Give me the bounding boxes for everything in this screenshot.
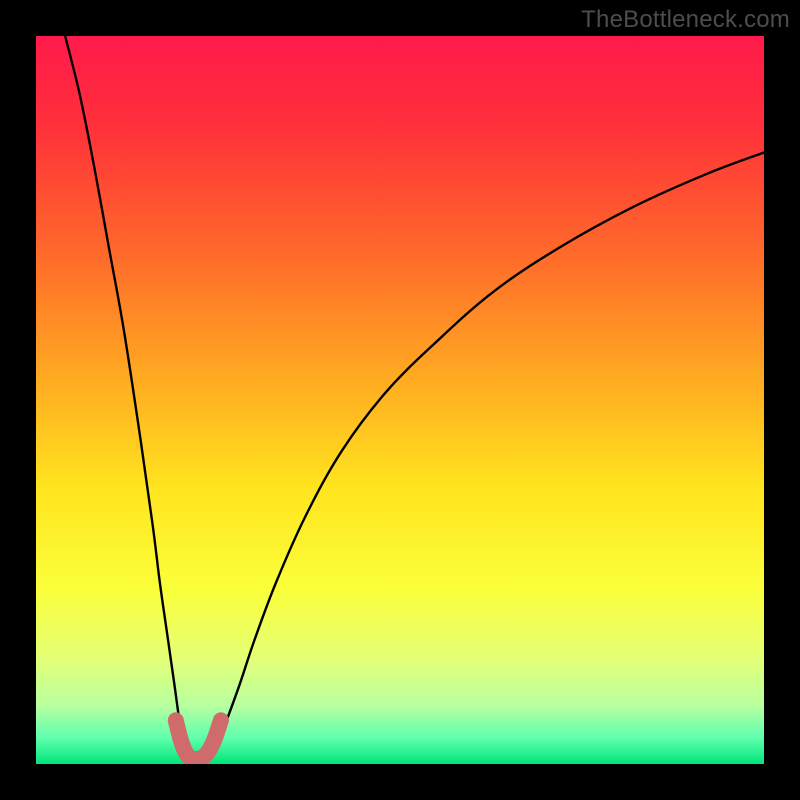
bottleneck-curve-chart [36,36,764,764]
gradient-background [36,36,764,764]
plot-area [36,36,764,764]
watermark-text: TheBottleneck.com [581,6,790,34]
chart-frame: TheBottleneck.com [0,0,800,800]
